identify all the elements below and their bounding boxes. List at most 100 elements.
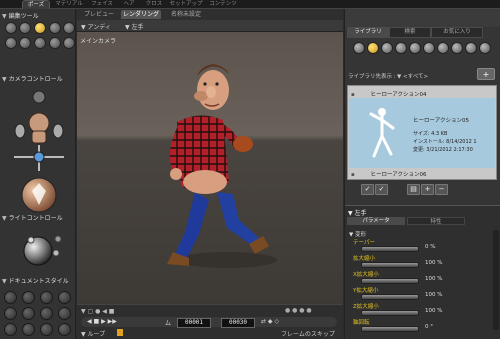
slider-label: Z拡大縮小	[353, 304, 379, 310]
list-item-selected[interactable]: ヒーローアクション05 サイズ: 4.3 KB インストール: 8/14/201…	[349, 98, 495, 168]
loop-toggle[interactable]: ▼ ループ	[81, 329, 105, 338]
list-item[interactable]: ▪ ヒーローアクション06	[351, 170, 497, 178]
total-frames-field[interactable]: 00030	[221, 318, 255, 328]
style-silhouette-icon[interactable]	[4, 291, 17, 304]
timeline-scrubber[interactable]	[117, 329, 123, 336]
playback-controls: ◀ ■ ▶ ▶▶ ム 00001 00030 ⇄ ◆ ◇	[81, 317, 337, 328]
figures-category-icon[interactable]	[353, 42, 365, 54]
hands-category-icon[interactable]	[409, 42, 421, 54]
tab-untitled[interactable]: 名称未設定	[165, 10, 207, 19]
tab-face[interactable]: フェイス	[88, 0, 116, 9]
transform-group[interactable]: ▼ 変形	[349, 230, 366, 238]
light-control-header[interactable]: ▼ ライトコントロール	[2, 214, 63, 223]
edit-tools-title: 編集ツール	[8, 13, 39, 20]
params-scrollbar[interactable]	[493, 230, 499, 330]
view-magnifier-icon[interactable]	[49, 37, 61, 49]
style-outline-icon[interactable]	[22, 291, 35, 304]
tab-preview[interactable]: プレビュー	[79, 10, 119, 19]
ground-plane-toggle[interactable]: ▼ ▢ ● ◀ ■	[81, 308, 121, 316]
apply-check-button[interactable]: ✓	[361, 184, 374, 195]
style-textured-icon[interactable]	[40, 323, 53, 336]
apply-add-button[interactable]: ✓	[375, 184, 388, 195]
slider-value[interactable]: 0 %	[425, 244, 435, 250]
x-scale-slider[interactable]	[361, 278, 419, 284]
tab-favorites[interactable]: お気に入り	[431, 27, 483, 38]
library-filter-select[interactable]: ▼ <すべて>	[397, 72, 428, 80]
viewport-toolbar: ▼ アンディ ▼ 左手	[77, 20, 343, 32]
add-library-button[interactable]: +	[477, 68, 495, 80]
3d-viewport[interactable]: メインカメラ	[77, 32, 343, 304]
z-scale-slider[interactable]	[361, 310, 419, 316]
viewport-tabs: プレビュー レンダリング 名称未設定	[77, 9, 343, 20]
skip-frames-label: フレームのスキップ	[281, 331, 335, 338]
style-wireframe-icon[interactable]	[40, 291, 53, 304]
collection-icon[interactable]: ▤	[407, 184, 420, 195]
expressions-category-icon[interactable]	[381, 42, 393, 54]
tab-content[interactable]: コンテンツ	[206, 0, 240, 9]
style-cartoon-icon[interactable]	[58, 307, 71, 320]
tab-parameters[interactable]: パラメータ	[347, 217, 405, 225]
params-header[interactable]: ▼ 左手	[348, 208, 367, 217]
scenes-category-icon[interactable]	[479, 42, 491, 54]
edit-tools-header[interactable]: ▼ 編集ツール	[2, 12, 39, 21]
slider-value[interactable]: 100 %	[425, 260, 442, 266]
tab-search[interactable]: 検索	[389, 27, 431, 38]
style-lit-wireframe-icon[interactable]	[4, 307, 17, 320]
slider-value[interactable]: 100 %	[425, 308, 442, 314]
play-buttons[interactable]: ◀ ■ ▶ ▶▶	[87, 318, 117, 325]
chain-tool-icon[interactable]	[5, 22, 17, 34]
left-panel: ▼ 編集ツール ▼ カメラコントロール ▼ ライトコントロール ▼ ドキュメントスタイル	[0, 9, 76, 339]
slider-label: X拡大縮小	[353, 272, 379, 278]
add-item-button[interactable]: +	[421, 184, 434, 195]
props-category-icon[interactable]	[423, 42, 435, 54]
translate-tool-icon[interactable]	[34, 22, 46, 34]
pose-thumbnail	[369, 108, 395, 158]
style-flat-lined-icon[interactable]	[40, 307, 53, 320]
library-header	[345, 9, 500, 27]
lights-category-icon[interactable]	[437, 42, 449, 54]
loop-label: ループ	[87, 331, 106, 338]
y-scale-slider[interactable]	[361, 294, 419, 300]
tab-properties[interactable]: 特性	[407, 217, 465, 225]
scale-tool-icon[interactable]	[63, 22, 75, 34]
camera-control-header[interactable]: ▼ カメラコントロール	[2, 75, 63, 84]
document-style-header[interactable]: ▼ ドキュメントスタイル	[2, 277, 69, 286]
morph-brush-icon[interactable]	[63, 37, 75, 49]
tab-setup[interactable]: セットアップ	[168, 0, 204, 9]
cameras-category-icon[interactable]	[451, 42, 463, 54]
tab-library[interactable]: ライブラリ	[347, 27, 389, 38]
rotate-tool-icon[interactable]	[49, 22, 61, 34]
camera-control-widget[interactable]	[10, 87, 68, 215]
hair-category-icon[interactable]	[395, 42, 407, 54]
style-hidden-line-icon[interactable]	[58, 291, 71, 304]
list-item[interactable]: ▪ ヒーローアクション04	[351, 90, 497, 98]
remove-item-button[interactable]: −	[435, 184, 448, 195]
light-control-widget[interactable]	[18, 231, 68, 271]
current-frame-field[interactable]: 00001	[177, 318, 211, 328]
figure-select[interactable]: ▼ アンディ	[81, 22, 111, 31]
quick-view-buttons[interactable]: ● ● ● ●	[285, 307, 339, 315]
tab-cloth[interactable]: クロス	[142, 0, 166, 9]
poses-category-icon[interactable]	[367, 42, 379, 54]
keyframe-buttons[interactable]: ⇄ ◆ ◇	[261, 318, 279, 325]
taper-tool-icon[interactable]	[5, 37, 17, 49]
tab-hair[interactable]: ヘア	[118, 0, 140, 9]
twist-tool-icon[interactable]	[19, 22, 31, 34]
rotate-slider[interactable]	[361, 326, 419, 332]
actor-select[interactable]: ▼ 左手	[125, 22, 144, 31]
slider-value[interactable]: 0 °	[425, 324, 433, 330]
style-smooth-lined-icon[interactable]	[22, 323, 35, 336]
scale-slider[interactable]	[361, 262, 419, 268]
taper-slider[interactable]	[361, 246, 419, 252]
slider-value[interactable]: 100 %	[425, 276, 442, 282]
style-smooth-shaded-icon[interactable]	[4, 323, 17, 336]
color-tool-icon[interactable]	[19, 37, 31, 49]
grouping-tool-icon[interactable]	[34, 37, 46, 49]
tab-material[interactable]: マテリアル	[52, 0, 86, 9]
slider-value[interactable]: 100 %	[425, 292, 442, 298]
style-flat-shaded-icon[interactable]	[22, 307, 35, 320]
materials-category-icon[interactable]	[465, 42, 477, 54]
character-figure[interactable]	[77, 32, 343, 304]
style-preview-icon[interactable]	[58, 323, 71, 336]
tab-render[interactable]: レンダリング	[121, 10, 161, 19]
